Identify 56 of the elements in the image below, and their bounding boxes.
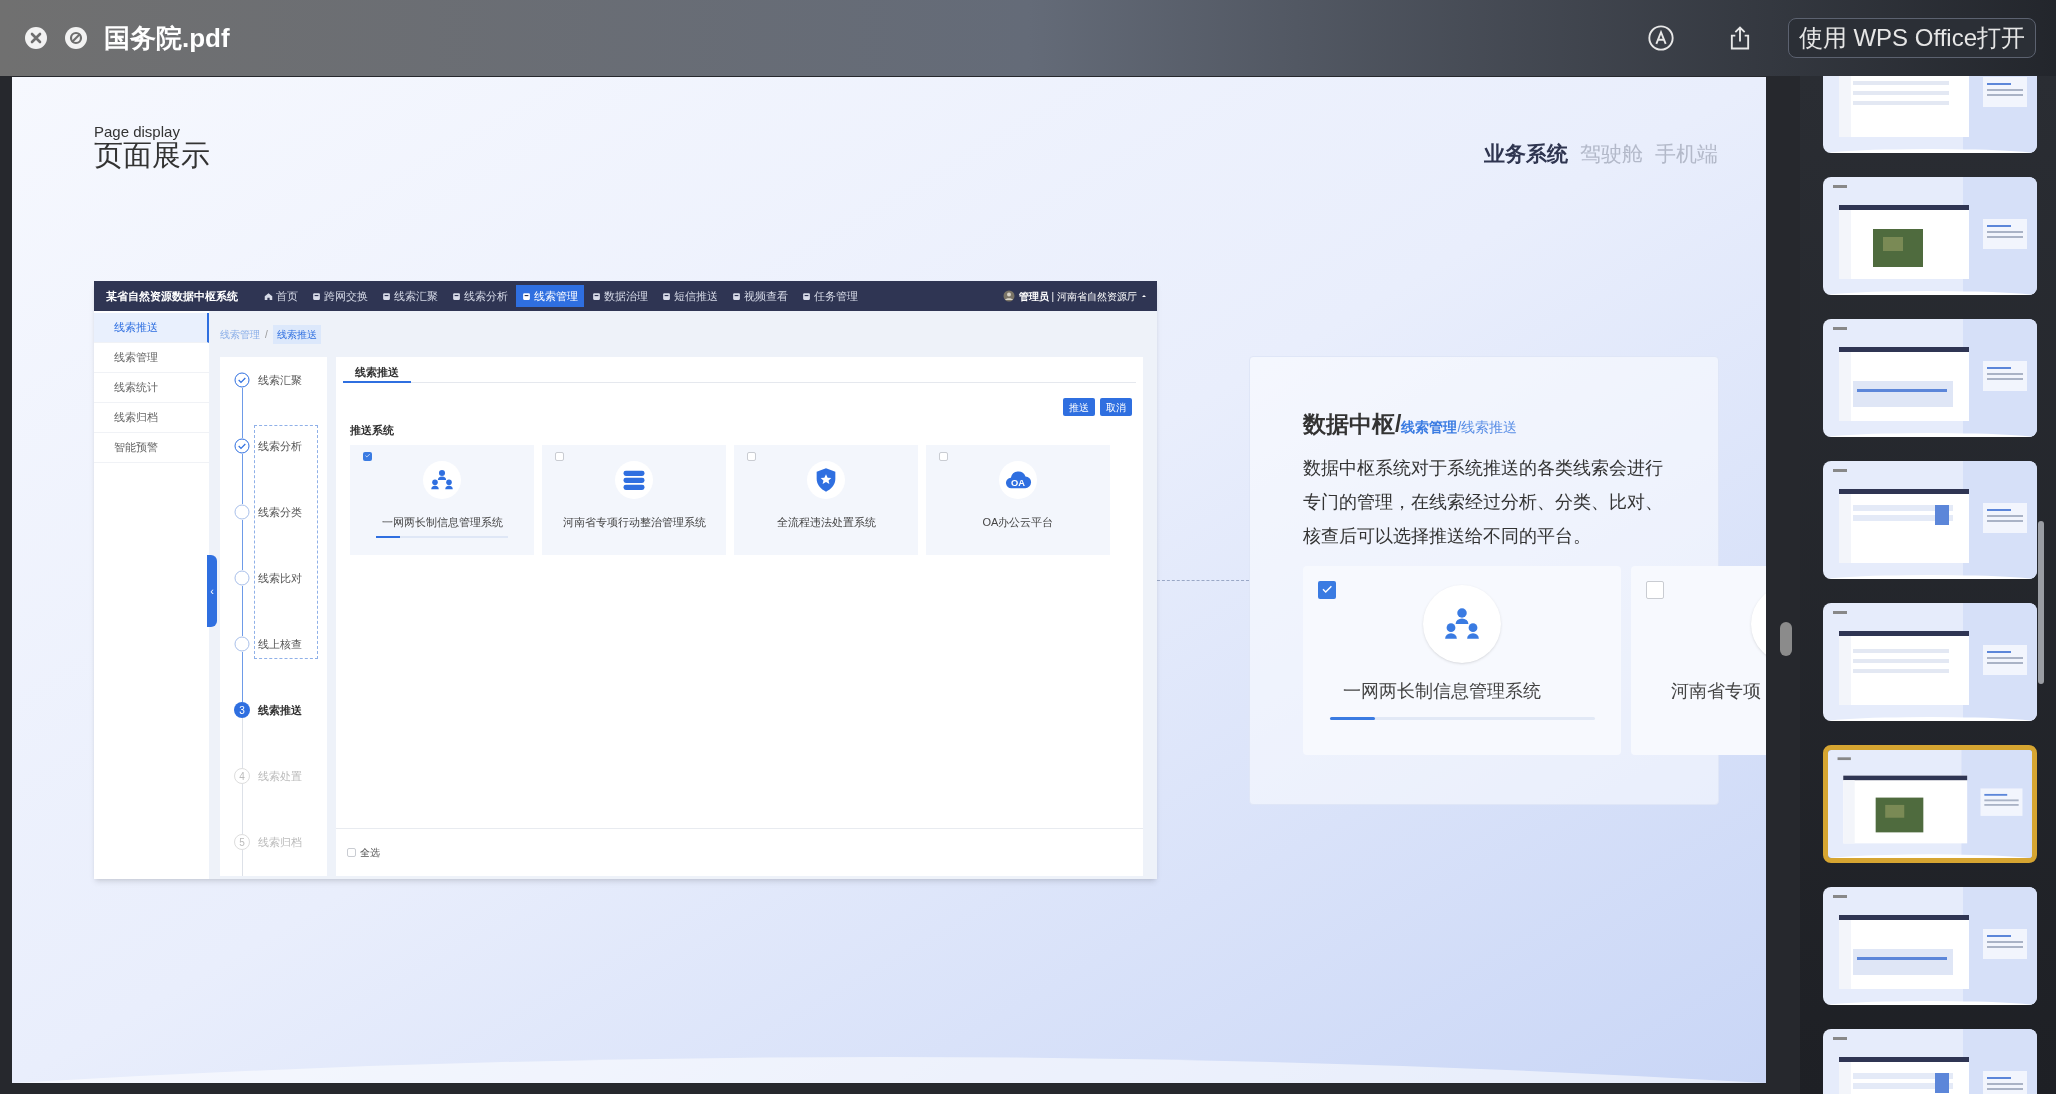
callout-title-part: 线索管理 xyxy=(1401,419,1458,437)
step-label: 线索推送 xyxy=(258,703,302,718)
system-card[interactable]: 一网两长制信息管理系统 xyxy=(350,444,534,555)
step-number: 5 xyxy=(234,834,250,850)
system-card[interactable]: 河南省专项行动整治管理系统 xyxy=(542,444,726,555)
sidebar-item[interactable]: 线索推送 xyxy=(94,313,209,343)
sidebar-item[interactable]: 智能预警 xyxy=(94,433,209,463)
sidebar-item[interactable]: 线索归档 xyxy=(94,403,209,433)
sidebar-item[interactable]: 线索统计 xyxy=(94,373,209,403)
step-label: 线索归档 xyxy=(258,835,302,850)
page-title: 页面展示 xyxy=(94,139,210,171)
app-nav-item[interactable]: 跨网交换 xyxy=(306,285,374,307)
step-number: 4 xyxy=(234,768,250,784)
collapse-handle[interactable]: ‹ xyxy=(207,555,217,627)
step-label: 线索处置 xyxy=(258,769,302,784)
action-button[interactable]: 推送 xyxy=(1063,398,1095,416)
system-name: OA办公云平台 xyxy=(981,514,1055,530)
callout-title-part: /线索推送 xyxy=(1457,418,1518,437)
system-name: 河南省专项 xyxy=(1670,679,1762,703)
app-nav-item[interactable]: 任务管理 xyxy=(796,285,864,307)
system-name: 全流程违法处置系统 xyxy=(775,514,877,530)
content-tab[interactable]: 线索推送 xyxy=(343,363,411,383)
system-card[interactable]: 一网两长制信息管理系统 xyxy=(1303,565,1621,755)
section-label: 推送系统 xyxy=(350,423,395,438)
user-info[interactable]: 管理员 | 河南省自然资源厅 xyxy=(1018,288,1137,304)
app-nav-item[interactable]: 线索管理 xyxy=(516,285,584,307)
app-nav-item[interactable]: 线索汇聚 xyxy=(376,285,444,307)
system-name: 一网两长制信息管理系统 xyxy=(380,514,504,530)
select-all-label: 全选 xyxy=(360,846,380,860)
slide-tab[interactable]: 业务系统 xyxy=(1484,137,1568,169)
system-name: 河南省专项行动整治管理系统 xyxy=(561,514,707,530)
app-nav-item[interactable]: 视频查看 xyxy=(726,285,794,307)
app-nav-item[interactable]: 数据治理 xyxy=(586,285,654,307)
app-nav-item[interactable]: 线索分析 xyxy=(446,285,514,307)
system-card[interactable]: 河南省专项 xyxy=(1631,565,1766,755)
system-name: 一网两长制信息管理系统 xyxy=(1342,679,1542,703)
breadcrumb-separator: / xyxy=(265,327,268,342)
system-card[interactable]: 全流程违法处置系统 xyxy=(734,444,918,555)
open-with-button[interactable]: 使用 WPS Office打开 xyxy=(1787,18,2036,58)
step-label: 线索分析 xyxy=(258,439,302,454)
action-button[interactable]: 取消 xyxy=(1100,398,1132,416)
app-system-name: 某省自然资源数据中枢系统 xyxy=(106,288,238,304)
app-nav-item[interactable]: 短信推送 xyxy=(656,285,724,307)
callout-title-part: 数据中枢/ xyxy=(1303,410,1402,439)
system-card[interactable]: OA OA办公云平台 xyxy=(926,444,1110,555)
step-label: 线索汇聚 xyxy=(258,373,302,388)
step-label: 线索分类 xyxy=(258,505,302,520)
page-subtitle: Page display xyxy=(94,124,181,139)
breadcrumb-link[interactable]: 线索推送 xyxy=(272,324,321,344)
step-label: 线索比对 xyxy=(258,571,302,586)
window-title: 国务院.pdf xyxy=(104,21,230,55)
sidebar-item[interactable]: 线索管理 xyxy=(94,343,209,373)
app-nav-item[interactable]: 首页 xyxy=(258,285,304,307)
step-number: 3 xyxy=(234,702,250,718)
step-label: 线上核查 xyxy=(258,637,302,652)
callout-description: 数据中枢系统对于系统推送的各类线索会进行专门的管理，在线索经过分析、分类、比对、核查后可以选择推送给不同的平台。 xyxy=(1303,456,1664,548)
